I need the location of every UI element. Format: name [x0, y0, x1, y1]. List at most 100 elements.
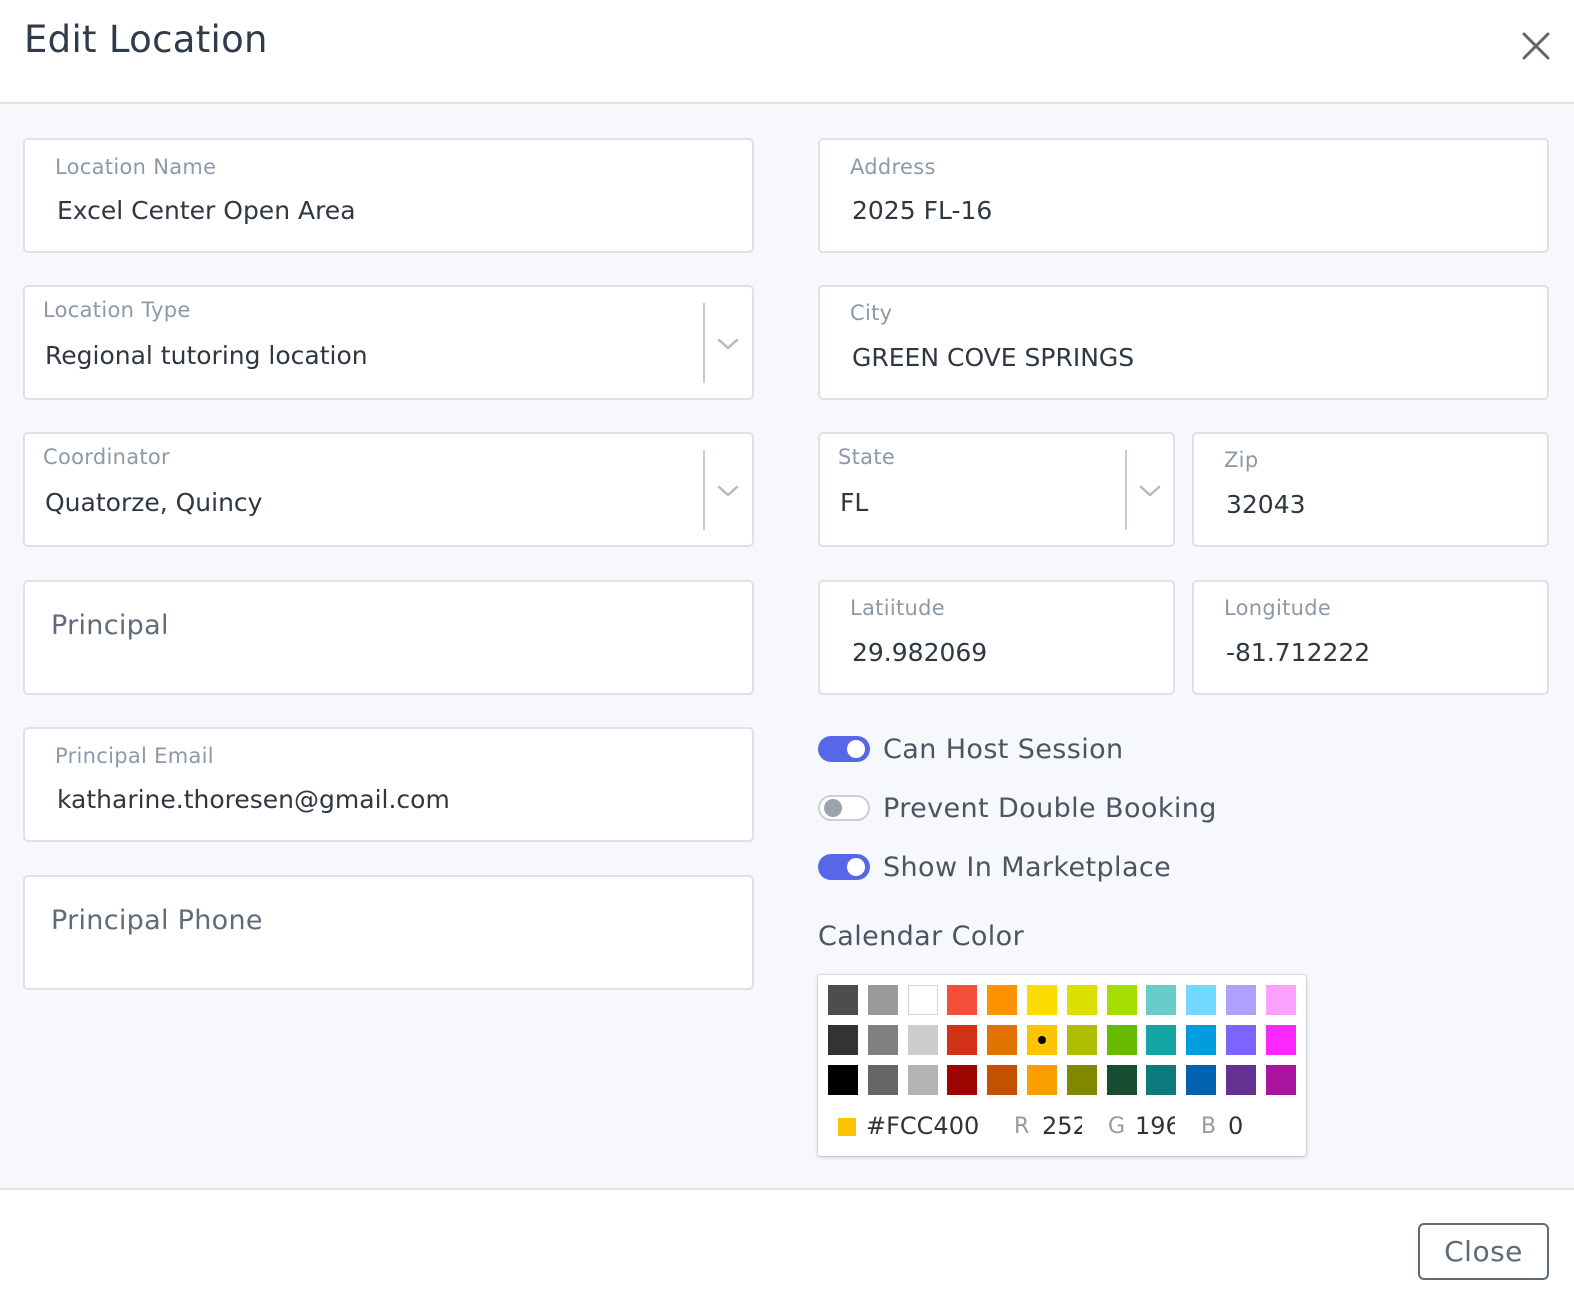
zip-label: Zip	[1224, 448, 1259, 472]
color-swatch[interactable]	[987, 985, 1018, 1015]
show-in-marketplace-row: Show In Marketplace	[818, 847, 1171, 887]
color-swatch[interactable]	[1186, 985, 1217, 1015]
coordinator-value: Quatorze, Quincy	[45, 488, 263, 517]
dialog-title: Edit Location	[24, 18, 268, 61]
prevent-double-booking-toggle[interactable]	[818, 795, 870, 821]
longitude-value: -81.712222	[1226, 638, 1371, 667]
longitude-field[interactable]: Longitude -81.712222	[1192, 580, 1549, 695]
close-button[interactable]: Close	[1418, 1223, 1549, 1280]
prevent-double-booking-label: Prevent Double Booking	[883, 792, 1217, 824]
select-divider	[703, 303, 705, 383]
color-swatch[interactable]	[1225, 1025, 1256, 1055]
chevron-down-icon[interactable]	[1137, 478, 1163, 504]
hex-input[interactable]: #FCC400	[866, 1112, 979, 1140]
color-swatch[interactable]	[907, 985, 938, 1015]
g-label: G	[1108, 1114, 1126, 1139]
color-swatch[interactable]	[1026, 985, 1057, 1015]
principal-field[interactable]: Principal	[23, 580, 754, 695]
zip-value: 32043	[1226, 490, 1306, 519]
color-swatch[interactable]	[1106, 1065, 1137, 1095]
color-swatch[interactable]	[1026, 1065, 1057, 1095]
location-type-value: Regional tutoring location	[45, 341, 368, 370]
show-in-marketplace-toggle[interactable]	[818, 854, 870, 880]
principal-email-field[interactable]: Principal Email katharine.thoresen@gmail…	[23, 727, 754, 842]
color-swatch-grid	[828, 985, 1296, 1095]
color-swatch[interactable]	[987, 1025, 1018, 1055]
show-in-marketplace-label: Show In Marketplace	[883, 851, 1172, 883]
location-name-value: Excel Center Open Area	[57, 196, 356, 225]
color-swatch[interactable]	[1066, 985, 1097, 1015]
zip-field[interactable]: Zip 32043	[1192, 432, 1549, 547]
address-value: 2025 FL-16	[852, 196, 993, 225]
location-type-select[interactable]: Location Type Regional tutoring location	[23, 285, 754, 400]
city-value: GREEN COVE SPRINGS	[852, 343, 1135, 372]
close-icon[interactable]	[1515, 26, 1555, 66]
r-label: R	[1014, 1114, 1030, 1139]
color-swatch[interactable]	[1106, 1025, 1137, 1055]
color-swatch[interactable]	[1265, 1025, 1296, 1055]
can-host-session-label: Can Host Session	[883, 733, 1124, 765]
chevron-down-icon[interactable]	[715, 478, 741, 504]
city-label: City	[850, 301, 893, 325]
color-swatch[interactable]	[1066, 1065, 1097, 1095]
color-swatch[interactable]	[947, 1065, 978, 1095]
color-swatch[interactable]	[1146, 1025, 1177, 1055]
color-swatch[interactable]	[947, 985, 978, 1015]
color-swatch[interactable]	[947, 1025, 978, 1055]
color-swatch[interactable]	[987, 1065, 1018, 1095]
color-swatch[interactable]	[1066, 1025, 1097, 1055]
color-swatch[interactable]	[1225, 985, 1256, 1015]
color-swatch[interactable]	[1186, 1025, 1217, 1055]
address-field[interactable]: Address 2025 FL-16	[818, 138, 1549, 253]
city-field[interactable]: City GREEN COVE SPRINGS	[818, 285, 1549, 400]
color-swatch[interactable]	[1265, 985, 1296, 1015]
chevron-down-icon[interactable]	[715, 331, 741, 357]
r-input[interactable]: 252	[1042, 1112, 1082, 1140]
calendar-color-label: Calendar Color	[818, 921, 1025, 952]
color-swatch[interactable]	[1026, 1025, 1057, 1055]
g-input[interactable]: 196	[1135, 1112, 1175, 1140]
principal-phone-field[interactable]: Principal Phone	[23, 875, 754, 990]
color-swatch[interactable]	[1186, 1065, 1217, 1095]
b-label: B	[1201, 1114, 1217, 1139]
color-swatch[interactable]	[1225, 1065, 1256, 1095]
prevent-double-booking-row: Prevent Double Booking	[818, 788, 1217, 828]
toggle-knob	[847, 740, 865, 758]
color-swatch[interactable]	[1146, 985, 1177, 1015]
color-swatch[interactable]	[1106, 985, 1137, 1015]
color-swatch[interactable]	[867, 1025, 898, 1055]
state-select[interactable]: State FL	[818, 432, 1175, 547]
color-swatch[interactable]	[1265, 1065, 1296, 1095]
toggle-knob	[824, 799, 842, 817]
color-swatch[interactable]	[828, 1025, 858, 1055]
color-swatch[interactable]	[867, 1065, 898, 1095]
latitude-value: 29.982069	[852, 638, 988, 667]
select-divider	[703, 450, 705, 530]
coordinator-select[interactable]: Coordinator Quatorze, Quincy	[23, 432, 754, 547]
location-name-field[interactable]: Location Name Excel Center Open Area	[23, 138, 754, 253]
color-swatch[interactable]	[828, 1065, 858, 1095]
state-value: FL	[840, 488, 869, 517]
select-divider	[1125, 450, 1127, 530]
current-color-swatch	[838, 1118, 856, 1136]
color-swatch[interactable]	[907, 1065, 938, 1095]
selected-dot-icon	[1037, 1036, 1046, 1044]
color-picker: #FCC400 R 252 G 196 B 0	[818, 975, 1306, 1156]
location-name-label: Location Name	[55, 155, 217, 179]
color-swatch[interactable]	[1146, 1065, 1177, 1095]
color-swatch[interactable]	[907, 1025, 938, 1055]
location-type-label: Location Type	[43, 298, 191, 322]
color-swatch[interactable]	[828, 985, 858, 1015]
color-picker-footer: #FCC400 R 252 G 196 B 0	[838, 1112, 1298, 1142]
color-swatch[interactable]	[867, 985, 898, 1015]
latitude-field[interactable]: Latiitude 29.982069	[818, 580, 1175, 695]
can-host-session-toggle[interactable]	[818, 736, 870, 762]
toggle-knob	[847, 858, 865, 876]
address-label: Address	[850, 155, 936, 179]
b-input[interactable]: 0	[1228, 1112, 1268, 1140]
latitude-label: Latiitude	[850, 596, 945, 620]
dialog-header: Edit Location	[0, 0, 1574, 104]
principal-email-label: Principal Email	[55, 744, 214, 768]
longitude-label: Longitude	[1224, 596, 1332, 620]
state-label: State	[838, 445, 896, 469]
